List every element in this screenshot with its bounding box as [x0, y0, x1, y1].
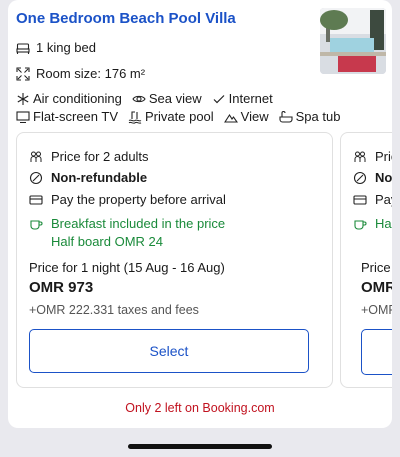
taxes-fees: +OMR 222.331 taxes and fees — [29, 303, 199, 317]
room-title[interactable]: One Bedroom Beach Pool Villa — [16, 10, 236, 27]
refund-policy-2: Non — [353, 170, 392, 185]
card-icon — [353, 194, 367, 205]
payment-policy-2: Pay — [353, 192, 392, 207]
offer-card-2[interactable]: Pric Non Pay Half Price fo OMR 9 +OMR — [340, 132, 392, 388]
breakfast-info: Breakfast included in the price — [29, 216, 225, 231]
snowflake-icon — [17, 92, 29, 105]
amenity-internet: Internet — [212, 91, 273, 106]
refund-policy: Non-refundable — [29, 170, 147, 185]
payment-policy: Pay the property before arrival — [29, 192, 226, 207]
no-refund-icon — [29, 171, 43, 184]
amenities-row-1: Air conditioning Sea view Internet — [16, 91, 273, 106]
mountain-icon — [223, 113, 238, 123]
amenity-flat-screen-tv: Flat-screen TV — [16, 109, 118, 124]
room-size-label: Room size: 176 m² — [36, 66, 146, 81]
people-icon — [30, 151, 42, 162]
select-button-2[interactable] — [361, 329, 392, 375]
bed-icon — [16, 42, 30, 54]
eye-icon — [132, 95, 146, 102]
room-size: Room size: 176 m² — [16, 66, 145, 81]
people-icon — [354, 151, 366, 162]
room-card: One Bedroom Beach Pool Villa 1 king bed … — [8, 0, 392, 428]
coffee-cup-icon — [354, 219, 367, 230]
card-icon — [29, 194, 43, 205]
coffee-cup-icon — [30, 219, 43, 230]
pool-icon — [128, 110, 142, 124]
guest-count-2: Pric — [353, 149, 392, 164]
select-button[interactable]: Select — [29, 329, 309, 373]
home-indicator[interactable] — [128, 444, 272, 449]
guest-count: Price for 2 adults — [29, 149, 149, 164]
no-refund-icon — [353, 171, 367, 184]
night-info-2: Price fo — [361, 260, 392, 275]
price-2: OMR 9 — [361, 279, 392, 296]
checkmark-icon — [213, 94, 225, 103]
amenity-view: View — [223, 109, 269, 124]
availability-notice: Only 2 left on Booking.com — [125, 401, 275, 415]
amenity-private-pool: Private pool — [128, 109, 214, 124]
breakfast-info-2: Half — [353, 216, 392, 231]
room-photo[interactable] — [320, 8, 386, 74]
taxes-fees-2: +OMR — [361, 303, 392, 317]
night-info: Price for 1 night (15 Aug - 16 Aug) — [29, 260, 225, 275]
amenities-row-2: Flat-screen TV Private pool View Spa tub — [16, 109, 340, 124]
resize-icon — [16, 66, 30, 81]
bathtub-icon — [279, 110, 293, 123]
half-board-info: Half board OMR 24 — [51, 234, 163, 249]
amenity-air-conditioning: Air conditioning — [16, 91, 122, 106]
bed-label: 1 king bed — [36, 40, 96, 55]
price: OMR 973 — [29, 279, 94, 296]
bed-info: 1 king bed — [16, 40, 96, 55]
offer-card: Price for 2 adults Non-refundable Pay th… — [16, 132, 333, 388]
amenity-spa-tub: Spa tub — [279, 109, 340, 124]
tv-icon — [16, 110, 30, 123]
amenity-sea-view: Sea view — [132, 91, 202, 106]
